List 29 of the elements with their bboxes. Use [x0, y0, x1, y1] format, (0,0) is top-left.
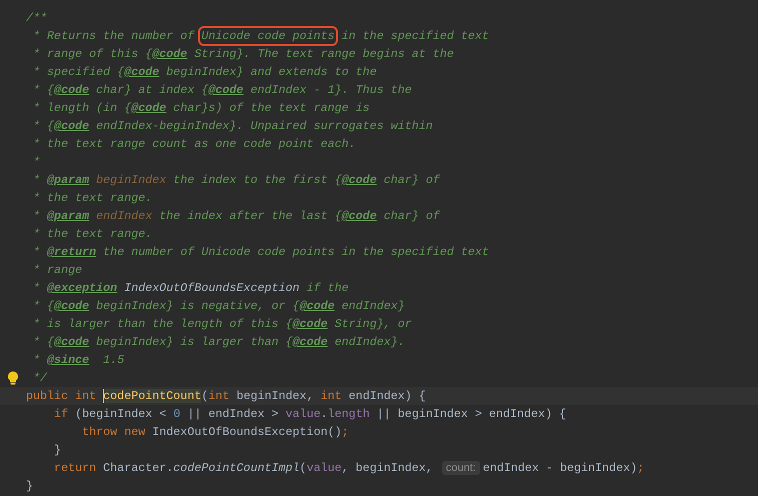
code-text: * range of this {@code String}. The text range begins at the [32, 46, 454, 63]
code-text: endIndex - beginIndex); [482, 460, 644, 477]
code-text: * @param beginIndex the index to the first {@code char} of [32, 172, 440, 189]
code-text: * specified {@code beginIndex} and extends to the [32, 64, 377, 81]
code-text: /** [26, 10, 48, 27]
code-text: * [32, 154, 40, 171]
code-text: * {@code beginIndex} is negative, or {@code endIndex} [32, 298, 405, 315]
code-text: * range [32, 262, 82, 279]
code-text: throw new IndexOutOfBoundsException(); [81, 424, 349, 441]
code-text: * the text range. [32, 190, 152, 207]
code-text: * @exception IndexOutOfBoundsException if the [32, 280, 349, 297]
code-text: return Character.codePointCountImpl(value, beginIndex, [53, 460, 434, 477]
code-text: * {@code beginIndex} is larger than {@code endIndex}. [32, 334, 405, 351]
code-text: * @return the number of Unicode code points in the specified text [32, 244, 489, 261]
code-text: * is larger than the length of this {@code String}, or [32, 316, 412, 333]
code-text: } [26, 478, 34, 495]
code-text: if (beginIndex < 0 || endIndex > value.length || beginIndex > endIndex) { [53, 406, 566, 423]
code-text: * length (in {@code char}s) of the text range is [32, 100, 370, 117]
code-text: * {@code endIndex-beginIndex}. Unpaired surrogates within [32, 118, 433, 135]
code-text: * @since 1.5 [32, 352, 124, 369]
lightbulb-icon[interactable] [7, 371, 19, 385]
code-text: * {@code char} at index {@code endIndex - 1}. Thus the [32, 82, 412, 99]
code-text: */ [32, 370, 48, 387]
parameter-hint: count: [442, 461, 480, 475]
code-text: * Returns the number of Unicode code points in the specified text [26, 27, 489, 45]
code-text: * the text range count as one code point each. [32, 136, 356, 153]
code-text: } [53, 442, 62, 459]
code-text: * @param endIndex the index after the last {@code char} of [32, 208, 440, 225]
code-text: * the text range. [32, 226, 152, 243]
